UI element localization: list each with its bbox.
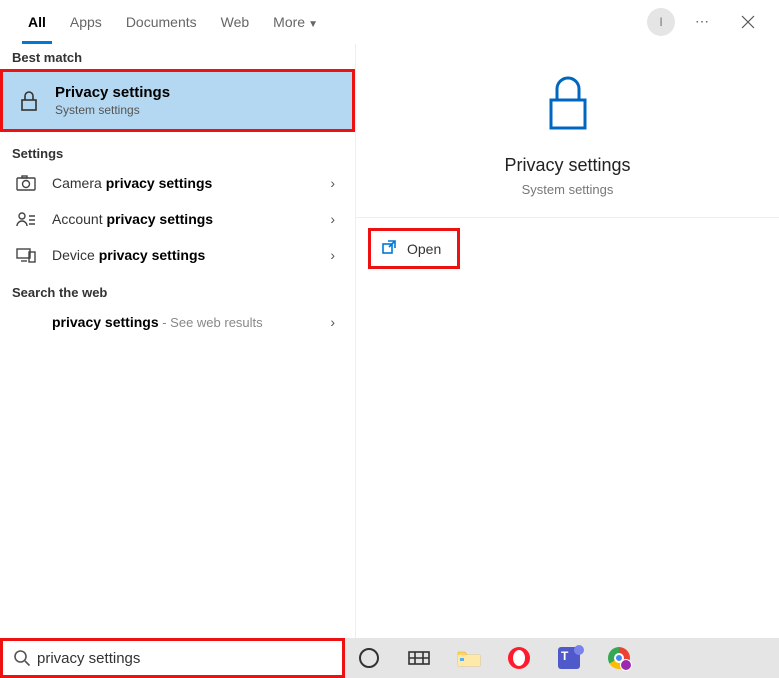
- chevron-down-icon: ▼: [308, 19, 318, 30]
- devices-icon: [14, 247, 38, 263]
- open-external-icon: [381, 239, 397, 258]
- tab-documents[interactable]: Documents: [114, 0, 209, 44]
- open-button-label: Open: [407, 241, 441, 257]
- folder-icon: [457, 648, 481, 668]
- result-device-privacy[interactable]: Device privacy settings ›: [0, 237, 355, 273]
- section-best-match: Best match: [0, 44, 355, 69]
- preview-title: Privacy settings: [504, 155, 630, 176]
- tab-more[interactable]: More▼: [261, 0, 330, 44]
- open-button[interactable]: Open: [368, 228, 460, 269]
- search-input[interactable]: [37, 650, 334, 667]
- tab-web[interactable]: Web: [209, 0, 262, 44]
- camera-icon: [14, 175, 38, 191]
- close-button[interactable]: [729, 3, 767, 41]
- taskbar-teams[interactable]: [555, 644, 583, 672]
- section-search-web: Search the web: [0, 279, 355, 304]
- result-web-search[interactable]: privacy settings - See web results ›: [0, 304, 355, 340]
- tab-apps[interactable]: Apps: [58, 0, 114, 44]
- section-settings: Settings: [0, 140, 355, 165]
- taskbar-opera[interactable]: [505, 644, 533, 672]
- preview-pane: Privacy settings System settings Open: [355, 44, 779, 638]
- taskbar-explorer[interactable]: [455, 644, 483, 672]
- opera-icon: [508, 647, 530, 669]
- close-icon: [741, 15, 755, 29]
- chevron-right-icon: ›: [330, 175, 341, 191]
- chrome-icon: [608, 647, 630, 669]
- chevron-right-icon: ›: [330, 314, 341, 330]
- tab-all[interactable]: All: [16, 0, 58, 44]
- lock-icon: [17, 90, 41, 112]
- task-view-icon: [408, 649, 430, 667]
- chevron-right-icon: ›: [330, 211, 341, 227]
- taskbar: [345, 638, 779, 678]
- teams-icon: [558, 647, 580, 669]
- account-icon: [14, 211, 38, 227]
- taskbar-task-view[interactable]: [405, 644, 433, 672]
- result-account-privacy[interactable]: Account privacy settings ›: [0, 201, 355, 237]
- best-match-title: Privacy settings: [55, 84, 170, 101]
- result-camera-privacy[interactable]: Camera privacy settings ›: [0, 165, 355, 201]
- best-match-result[interactable]: Privacy settings System settings: [0, 69, 355, 132]
- user-avatar[interactable]: I: [647, 8, 675, 36]
- search-filter-tabs: All Apps Documents Web More▼ I ⋯: [0, 0, 779, 44]
- circle-icon: [359, 648, 379, 668]
- taskbar-chrome[interactable]: [605, 644, 633, 672]
- best-match-subtitle: System settings: [55, 103, 170, 117]
- more-options-button[interactable]: ⋯: [683, 3, 721, 41]
- search-icon: [13, 649, 31, 667]
- lock-icon-large: [543, 74, 593, 137]
- search-box[interactable]: [0, 638, 345, 678]
- preview-subtitle: System settings: [522, 182, 614, 197]
- taskbar-cortana[interactable]: [355, 644, 383, 672]
- chevron-right-icon: ›: [330, 247, 341, 263]
- results-list: Best match Privacy settings System setti…: [0, 44, 355, 638]
